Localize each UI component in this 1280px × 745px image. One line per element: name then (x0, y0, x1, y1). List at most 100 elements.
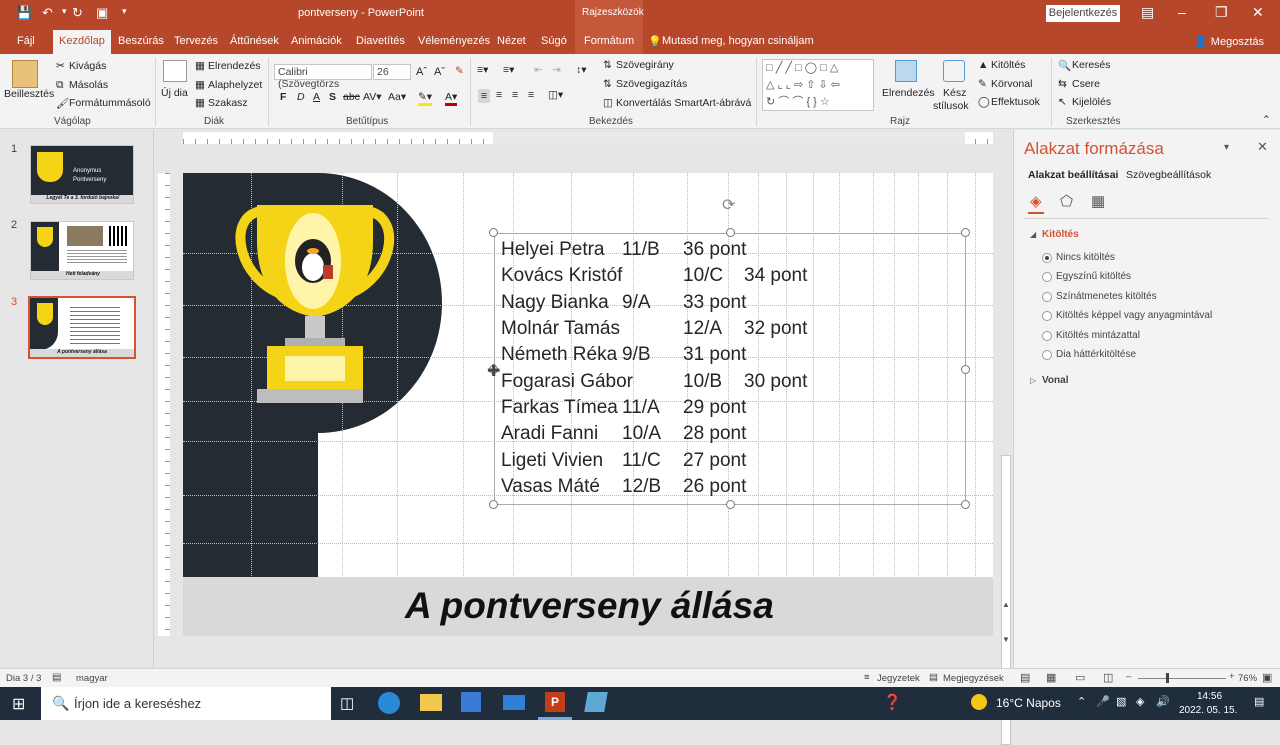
resize-handle[interactable] (961, 228, 970, 237)
fill-line-icon[interactable]: ◈ (1030, 192, 1042, 210)
zoom-out-icon[interactable]: – (1126, 671, 1131, 682)
clear-format-icon[interactable]: ✎ (455, 65, 464, 77)
section-fill-header[interactable]: Kitöltés (1042, 229, 1079, 240)
gradient-fill-radio[interactable] (1042, 292, 1052, 302)
quick-styles-label-2[interactable]: stílusok (933, 100, 969, 112)
slideshow-view-icon[interactable]: ◫ (1103, 671, 1113, 684)
powerpoint-icon[interactable]: P (545, 692, 565, 712)
notes-button[interactable]: Jegyzetek (877, 673, 920, 684)
section-button[interactable]: Szakasz (208, 97, 248, 109)
vertical-scrollbar[interactable]: ▲ ▼ (1000, 130, 1012, 745)
shape-outline-button[interactable]: Körvonal (991, 78, 1032, 90)
network-icon[interactable]: ◈ (1136, 695, 1144, 708)
tab-design[interactable]: Tervezés (174, 35, 218, 47)
pattern-fill-radio[interactable] (1042, 331, 1052, 341)
paste-button[interactable]: Beillesztés (4, 88, 54, 100)
background-fill-radio[interactable] (1042, 350, 1052, 360)
font-color-icon[interactable]: A▾ (445, 91, 458, 106)
italic-button[interactable]: D (297, 91, 305, 103)
layout-button[interactable]: Elrendezés (208, 60, 261, 72)
text-direction-button[interactable]: Szövegirány (616, 59, 674, 71)
resize-handle[interactable] (489, 500, 498, 509)
find-button[interactable]: Keresés (1072, 59, 1111, 71)
tab-file[interactable]: Fájl (17, 35, 35, 47)
rotate-handle-icon[interactable]: ⟳ (722, 195, 735, 215)
tab-shape-options[interactable]: Alakzat beállításai (1028, 169, 1118, 181)
highlight-icon[interactable]: ✎▾ (418, 91, 433, 106)
effects-icon[interactable]: ⬠ (1060, 192, 1073, 210)
tab-insert[interactable]: Beszúrás (118, 35, 164, 47)
task-view-icon[interactable]: ◫ (340, 694, 354, 712)
volume-icon[interactable]: 🔊 (1156, 695, 1170, 708)
slide-thumbnail-1[interactable]: Anonymus Pontverseny Legyél Te a 3. ford… (30, 145, 134, 204)
smartart-button[interactable]: Konvertálás SmartArt-ábrává (616, 97, 751, 109)
resize-handle[interactable] (489, 228, 498, 237)
resize-handle[interactable] (961, 500, 970, 509)
reset-button[interactable]: Alaphelyzet (208, 79, 262, 91)
app-icon[interactable] (584, 692, 608, 712)
slide-thumbnail-2[interactable]: Heti feladvány (30, 221, 134, 280)
increase-indent-icon[interactable]: ⇥ (552, 64, 561, 76)
shapes-gallery[interactable]: □ ╱ ╱ □ ◯ □ △ △ ⌞ ⌞ ⇨ ⇧ ⇩ ⇦ ↻ ⌒ ⌒ { } ☆ (762, 59, 874, 111)
language-indicator[interactable]: magyar (76, 673, 108, 684)
smartart-icon[interactable]: ◫ (603, 97, 613, 109)
slide-sorter-icon[interactable]: ▦ (1046, 671, 1056, 684)
solid-fill-label[interactable]: Egyszínű kitöltés (1056, 271, 1131, 282)
minimize-icon[interactable]: – (1178, 4, 1186, 20)
microphone-icon[interactable]: 🎤 (1096, 695, 1110, 708)
zoom-level[interactable]: 76% (1238, 673, 1257, 684)
tell-me-search[interactable]: Mutasd meg, hogyan csináljam (662, 35, 814, 47)
shape-effects-icon[interactable]: ◯ (978, 96, 990, 108)
tab-home[interactable]: Kezdőlap (53, 30, 111, 54)
paste-icon[interactable] (12, 60, 38, 88)
justify-icon[interactable]: ≡ (528, 89, 534, 101)
format-painter-icon[interactable]: 🖌 (56, 97, 69, 110)
share-button[interactable]: 👤 Megosztás (1194, 35, 1264, 48)
tab-transitions[interactable]: Áttűnések (230, 35, 279, 47)
underline-button[interactable]: A (313, 91, 320, 103)
next-slide-icon[interactable]: ▼ (1002, 635, 1010, 644)
section-line-header[interactable]: Vonal (1042, 375, 1068, 386)
columns-icon[interactable]: ◫▾ (548, 89, 563, 101)
no-fill-radio[interactable] (1042, 253, 1052, 263)
notifications-icon[interactable]: ▤ (1254, 695, 1264, 708)
zoom-in-icon[interactable]: + (1229, 671, 1235, 682)
quick-styles-icon[interactable] (943, 60, 965, 82)
close-icon[interactable]: ✕ (1252, 4, 1264, 21)
taskbar-search[interactable]: 🔍 Írjon ide a kereséshez (41, 687, 331, 720)
zoom-slider-thumb[interactable] (1166, 673, 1169, 683)
tray-arrow-icon[interactable]: ⌃ (1077, 695, 1086, 708)
cut-button[interactable]: Kivágás (69, 60, 106, 72)
tab-format[interactable]: Formátum (584, 35, 634, 47)
save-icon[interactable]: 💾 (16, 5, 32, 21)
replace-icon[interactable]: ⇆ (1058, 78, 1067, 90)
shape-fill-icon[interactable]: ▲ (978, 59, 988, 71)
tab-animations[interactable]: Animációk (291, 35, 342, 47)
new-slide-button[interactable]: Új dia (161, 87, 188, 99)
signin-button[interactable]: Bejelentkezés (1046, 5, 1120, 22)
size-properties-icon[interactable]: ▦ (1091, 192, 1105, 210)
fit-slide-icon[interactable]: ▣ (1262, 671, 1272, 684)
bullets-icon[interactable]: ≡▾ (477, 64, 488, 76)
text-direction-icon[interactable]: ⇅ (603, 59, 612, 71)
align-center-icon[interactable]: ≡ (496, 89, 502, 101)
previous-slide-icon[interactable]: ▲ (1002, 600, 1010, 609)
undo-dropdown-icon[interactable]: ▾ (62, 6, 67, 17)
normal-view-icon[interactable]: ▤ (1020, 671, 1030, 684)
layout-icon[interactable]: ▦ (195, 60, 205, 72)
clock-date[interactable]: 2022. 05. 15. (1179, 705, 1237, 716)
tab-slideshow[interactable]: Diavetítés (356, 35, 405, 47)
pattern-fill-label[interactable]: Kitöltés mintázattal (1056, 330, 1140, 341)
zoom-slider[interactable] (1138, 678, 1226, 679)
pane-options-icon[interactable]: ▾ (1224, 142, 1229, 153)
format-painter-button[interactable]: Formátummásoló (69, 97, 151, 109)
shadow-button[interactable]: S (329, 91, 336, 103)
find-icon[interactable]: 🔍 (1058, 59, 1071, 72)
solid-fill-radio[interactable] (1042, 272, 1052, 282)
align-left-icon[interactable]: ≡ (478, 89, 491, 103)
copy-button[interactable]: Másolás (69, 79, 108, 91)
align-text-button[interactable]: Szövegigazítás (616, 78, 687, 90)
slideshow-start-icon[interactable]: ▣ (96, 5, 108, 21)
picture-fill-radio[interactable] (1042, 311, 1052, 321)
help-app-icon[interactable]: ❓ (883, 693, 902, 711)
